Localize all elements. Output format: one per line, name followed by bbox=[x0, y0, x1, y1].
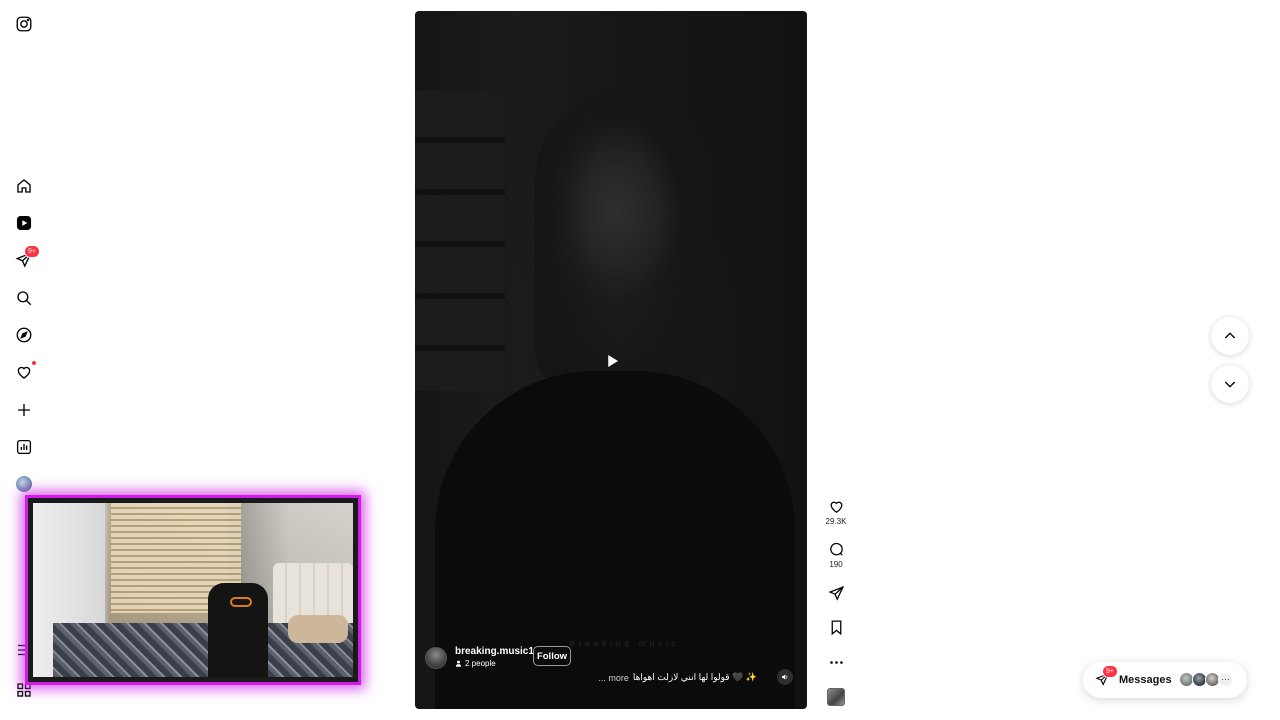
next-reel-button[interactable] bbox=[1211, 365, 1249, 403]
previous-reel-button[interactable] bbox=[1211, 317, 1249, 355]
home-icon[interactable] bbox=[14, 176, 34, 196]
video-bookshelf bbox=[415, 91, 505, 391]
audio-toggle-button[interactable] bbox=[777, 669, 793, 685]
notification-dot bbox=[31, 360, 37, 366]
audio-thumbnail bbox=[827, 688, 845, 706]
like-count: 29.3K bbox=[825, 517, 847, 526]
caption-more-link[interactable]: ... more bbox=[598, 673, 629, 683]
messages-avatars: ··· bbox=[1179, 672, 1233, 687]
webcam-feed bbox=[33, 503, 353, 677]
webcam-pillow bbox=[288, 615, 348, 643]
direct-messages-icon[interactable]: 9+ bbox=[14, 245, 40, 270]
person-icon bbox=[455, 660, 462, 667]
reel-footer: breaking.music1 2 people Follow ... more… bbox=[425, 639, 797, 699]
collaborators[interactable]: 2 people bbox=[455, 659, 496, 668]
play-button[interactable] bbox=[592, 341, 632, 381]
messages-icon-wrap: 9+ bbox=[1095, 665, 1118, 688]
reels-page: 9+ breaking.music breaking.music1 2 peop… bbox=[0, 0, 1280, 720]
create-plus-icon[interactable] bbox=[14, 400, 34, 420]
author-name[interactable]: breaking.music1 bbox=[455, 646, 534, 657]
like-button[interactable]: 29.3K bbox=[822, 498, 850, 526]
author-avatar[interactable] bbox=[425, 647, 447, 669]
share-button[interactable] bbox=[822, 585, 850, 602]
collaborators-label: 2 people bbox=[465, 659, 496, 668]
messages-badge: 9+ bbox=[1102, 665, 1118, 678]
audio-track-button[interactable] bbox=[822, 688, 850, 706]
search-icon[interactable] bbox=[14, 288, 34, 308]
instagram-logo-icon[interactable] bbox=[14, 14, 34, 34]
notifications-heart-icon[interactable] bbox=[14, 360, 37, 382]
save-button[interactable] bbox=[822, 619, 850, 636]
webcam-overlay bbox=[25, 495, 361, 685]
explore-icon[interactable] bbox=[14, 325, 34, 345]
webcam-gaming-chair bbox=[208, 583, 268, 677]
follow-button[interactable]: Follow bbox=[533, 646, 571, 666]
chevron-up-icon bbox=[1224, 332, 1236, 339]
reels-icon[interactable] bbox=[14, 213, 34, 233]
heart-icon bbox=[830, 501, 842, 513]
comment-button[interactable]: 190 bbox=[822, 541, 850, 569]
dashboard-icon[interactable] bbox=[14, 437, 34, 457]
caption-text: قولوا لها انني لازلت اهواها 🖤 ✨ bbox=[632, 672, 757, 682]
avatar bbox=[16, 476, 32, 492]
bookmark-icon bbox=[831, 620, 841, 636]
profile-avatar[interactable] bbox=[14, 474, 34, 494]
messages-button[interactable]: 9+ Messages ··· bbox=[1083, 662, 1247, 698]
more-options-button[interactable] bbox=[822, 654, 850, 671]
comment-icon bbox=[829, 542, 843, 556]
play-icon bbox=[608, 355, 618, 367]
more-conversations-indicator: ··· bbox=[1218, 672, 1233, 687]
messages-label: Messages bbox=[1119, 674, 1172, 686]
chevron-down-icon bbox=[1224, 381, 1236, 388]
reel-caption[interactable]: ... more قولوا لها انني لازلت اهواها 🖤 ✨ bbox=[598, 672, 757, 683]
speaker-icon bbox=[782, 674, 788, 680]
reel-video[interactable]: breaking.music breaking.music1 2 people … bbox=[415, 11, 807, 709]
paper-plane-icon bbox=[827, 585, 844, 601]
messages-count-badge: 9+ bbox=[24, 245, 40, 258]
ellipsis-icon bbox=[829, 661, 843, 664]
comment-count: 190 bbox=[829, 560, 843, 569]
